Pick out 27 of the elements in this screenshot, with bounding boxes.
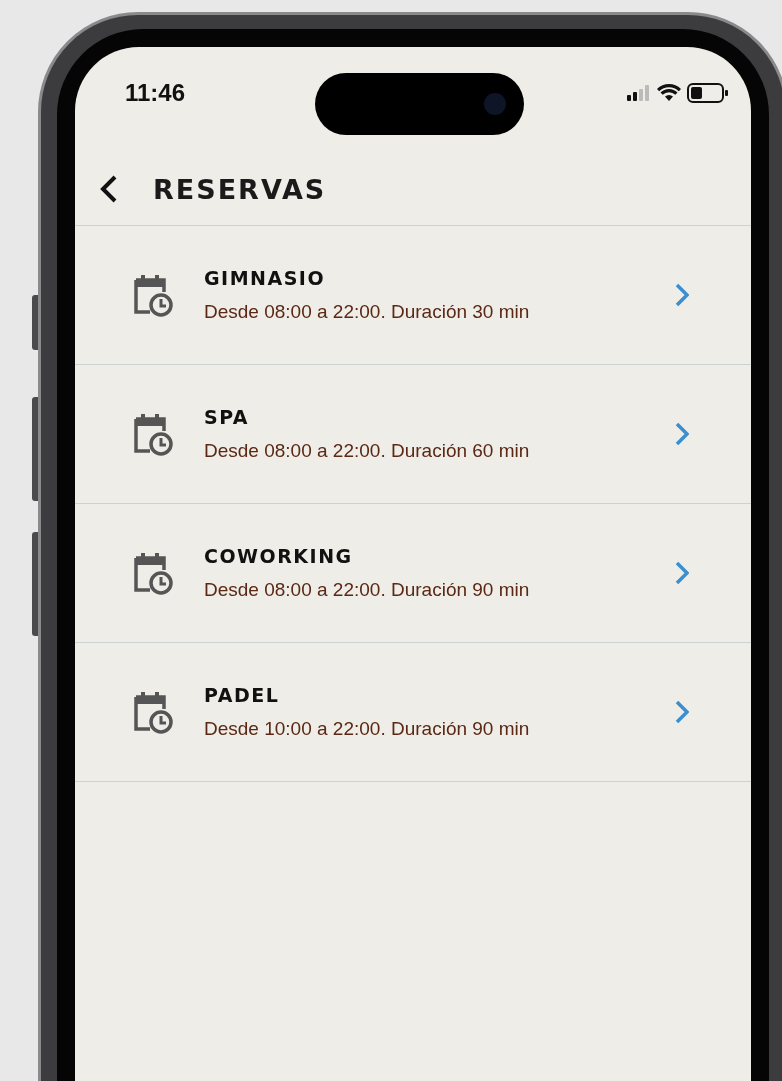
item-schedule: Desde 08:00 a 22:00. Duración 90 min bbox=[204, 579, 531, 601]
item-title: COWORKING bbox=[204, 545, 354, 567]
battery-icon bbox=[687, 83, 729, 103]
item-schedule: Desde 10:00 a 22:00. Duración 90 min bbox=[204, 718, 531, 740]
booking-list-item[interactable]: PADEL Desde 10:00 a 22:00. Duración 90 min bbox=[75, 643, 751, 782]
chevron-icon bbox=[675, 422, 689, 446]
booking-list-item[interactable]: SPA Desde 08:00 a 22:00. Duración 60 min bbox=[75, 365, 751, 504]
calendar-clock-icon bbox=[132, 272, 174, 318]
camera-icon bbox=[484, 93, 506, 115]
booking-list-item[interactable]: GIMNASIO Desde 08:00 a 22:00. Duración 30 min bbox=[75, 226, 751, 365]
calendar-clock-icon bbox=[132, 550, 174, 596]
chevron-icon bbox=[675, 283, 689, 307]
booking-list-item[interactable]: COWORKING Desde 08:00 a 22:00. Duración 90 min bbox=[75, 504, 751, 643]
page-title: RESERVAS bbox=[153, 173, 327, 205]
item-schedule: Desde 08:00 a 22:00. Duración 60 min bbox=[204, 440, 531, 462]
item-title: PADEL bbox=[204, 684, 281, 706]
status-time: 11:46 bbox=[125, 79, 186, 107]
wifi-icon bbox=[657, 84, 681, 102]
chevron-icon bbox=[675, 700, 689, 724]
item-title: SPA bbox=[204, 406, 251, 428]
item-schedule: Desde 08:00 a 22:00. Duración 30 min bbox=[204, 301, 531, 323]
item-title: GIMNASIO bbox=[204, 267, 327, 289]
signal-icon bbox=[627, 85, 651, 101]
calendar-clock-icon bbox=[132, 411, 174, 457]
calendar-clock-icon bbox=[132, 689, 174, 735]
back-icon[interactable] bbox=[99, 174, 119, 204]
chevron-icon bbox=[675, 561, 689, 585]
